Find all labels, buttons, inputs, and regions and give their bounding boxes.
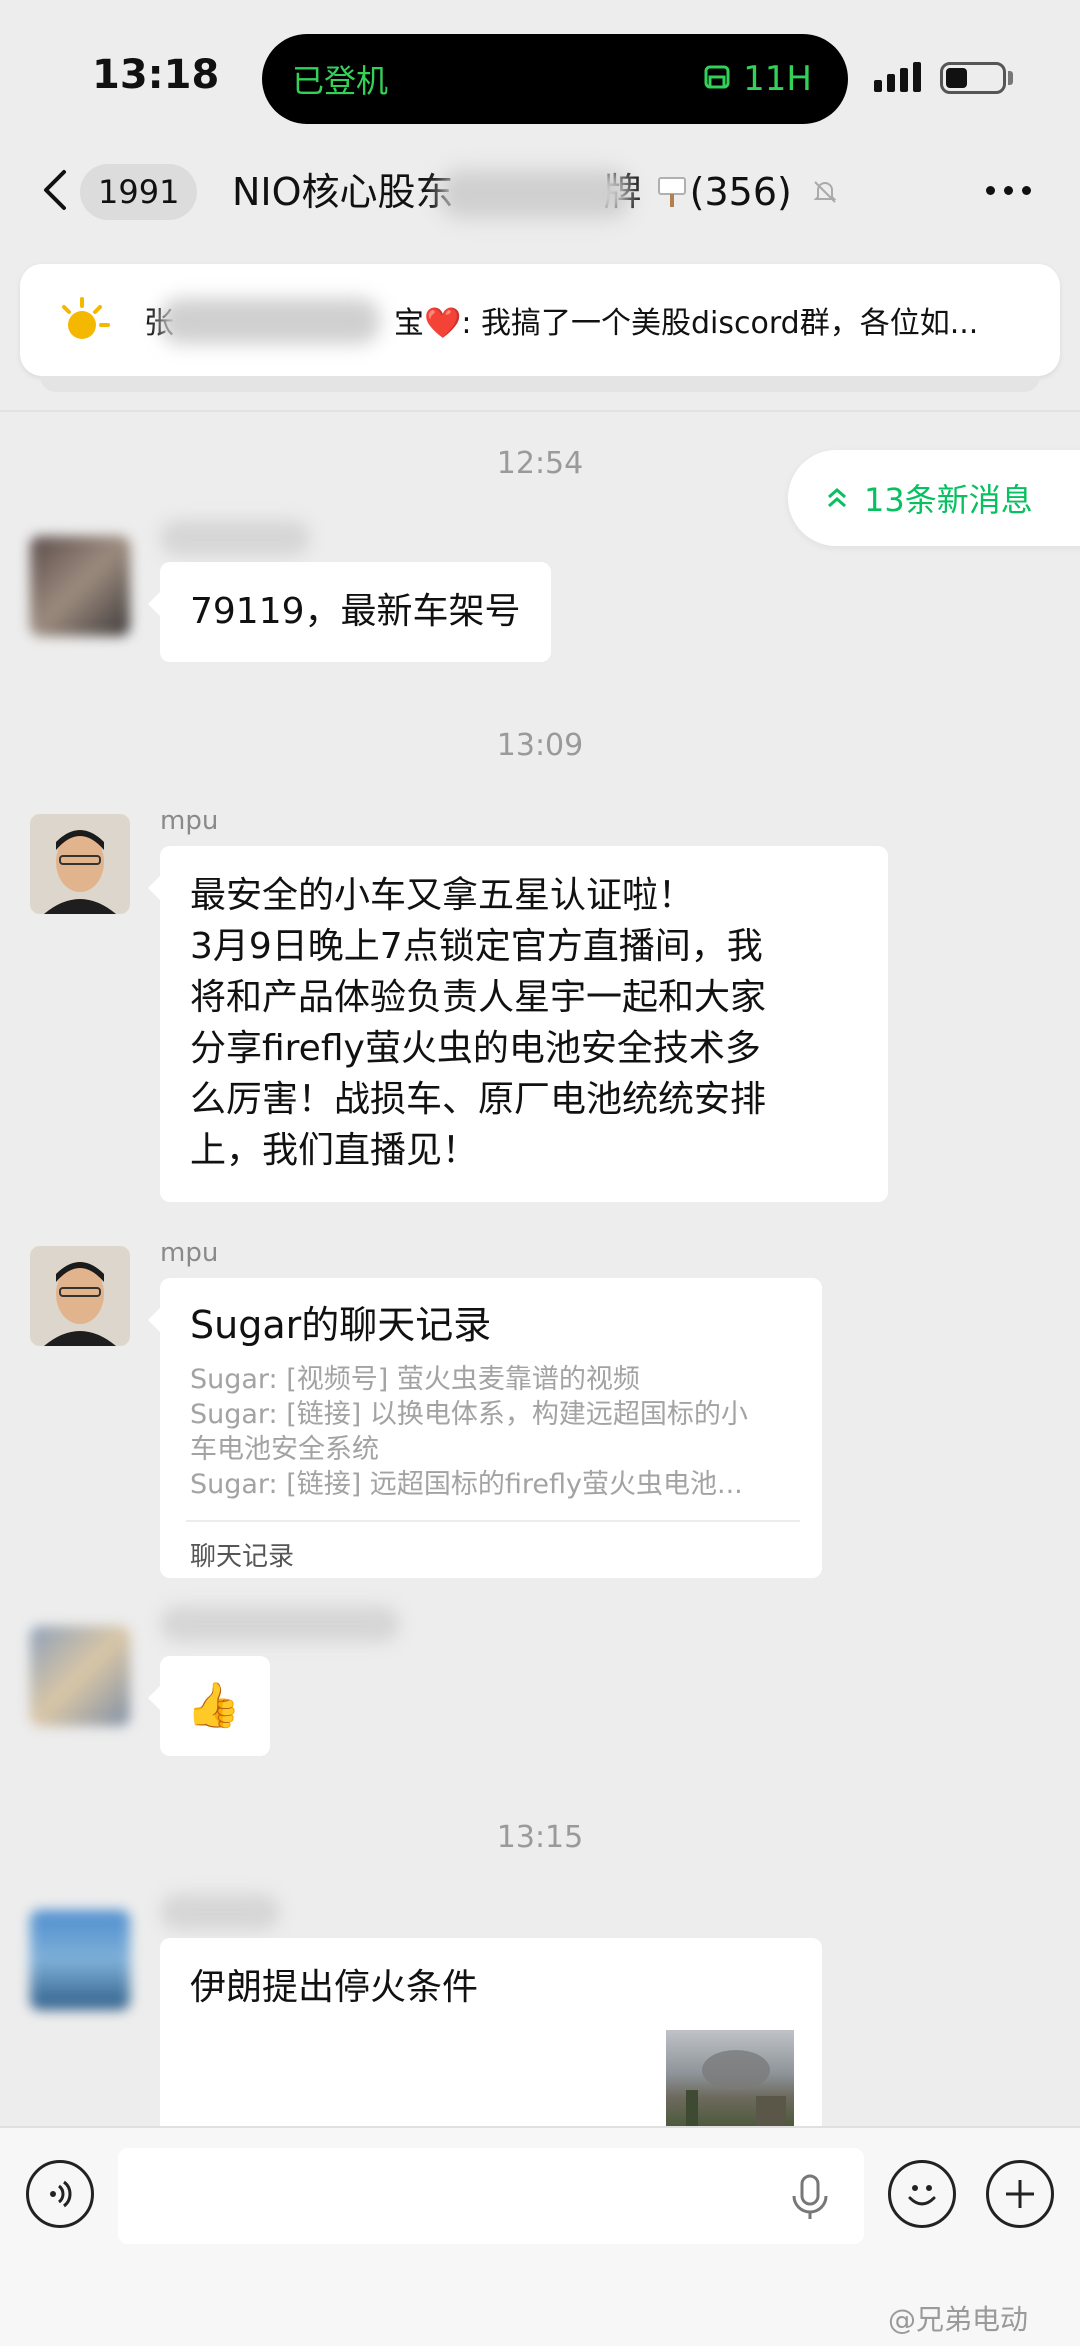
pinned-stack-shadow	[40, 376, 1040, 392]
message-input[interactable]	[118, 2148, 864, 2244]
pinned-announcement[interactable]: 张宝❤️: 我搞了一个美股discord群，各位如...	[20, 264, 1060, 376]
sun-icon	[62, 297, 110, 339]
new-messages-label: 13条新消息	[864, 481, 1033, 519]
chat-record-card[interactable]: Sugar的聊天记录 Sugar: [视频号] 萤火虫麦靠谱的视频 Sugar:…	[148, 1278, 822, 1578]
chat-record-line: Sugar: [链接] 以换电体系，构建远超国标的小	[190, 1399, 748, 1430]
double-chevron-up-icon	[828, 488, 846, 508]
timestamp: 13:15	[496, 1820, 584, 1855]
message-text: 79119，最新车架号	[190, 591, 521, 632]
avatar[interactable]	[30, 1246, 130, 1346]
message-line: 么厉害！战损车、原厂电池统统安排	[190, 1079, 767, 1120]
chat-record-footer: 聊天记录	[190, 1542, 295, 1572]
person-photo-icon	[30, 814, 130, 914]
back-icon[interactable]	[36, 168, 76, 212]
battery-nub	[1008, 71, 1013, 85]
redacted-sender-name	[160, 1894, 280, 1930]
new-messages-button[interactable]: 13条新消息	[788, 450, 1080, 546]
chat-record-divider	[186, 1520, 800, 1522]
message-line: 将和产品体验负责人星宇一起和大家	[190, 977, 767, 1018]
message-line: 最安全的小车又拿五星认证啦！	[190, 875, 695, 916]
timestamp: 13:09	[496, 728, 584, 763]
redacted-sender-name	[160, 1606, 400, 1642]
chat-title-text: NIO核心股东	[232, 170, 454, 214]
chat-record-line: Sugar: [视频号] 萤火虫麦靠谱的视频	[190, 1364, 640, 1395]
person-photo-icon	[30, 1246, 130, 1346]
weibo-watermark: @兄弟电动	[888, 2303, 1029, 2336]
voice-toggle-icon[interactable]	[26, 2160, 94, 2228]
chat-record-line: 车电池安全系统	[190, 1434, 379, 1465]
microphone-icon[interactable]	[788, 2172, 832, 2222]
chat-record-line: Sugar: [链接] 远超国标的firefly萤火虫电池...	[190, 1469, 743, 1500]
redacted-sender-name	[160, 520, 310, 556]
link-thumbnail-image	[666, 2030, 794, 2126]
island-status-text: 已登机	[292, 62, 389, 100]
redacted-pinned-sender	[160, 298, 380, 344]
chat-record-title: Sugar的聊天记录	[190, 1303, 492, 1347]
status-time: 13:18	[92, 52, 220, 98]
emoji-icon[interactable]	[888, 2160, 956, 2228]
sender-name: mpu	[160, 806, 219, 836]
message-line: 3月9日晚上7点锁定官方直播间，我	[190, 926, 763, 967]
avatar[interactable]	[30, 1626, 130, 1726]
island-timer: 11H	[701, 59, 812, 99]
message-line: 分享firefly萤火虫的电池安全技术多	[190, 1028, 761, 1069]
more-icon[interactable]	[986, 186, 1031, 195]
thumbs-up-icon: 👍	[186, 1680, 241, 1731]
unread-count-badge[interactable]: 1991	[80, 164, 198, 220]
battery-icon	[940, 62, 1006, 94]
flight-seat-icon	[704, 65, 730, 89]
sign-emoji-icon	[657, 177, 686, 207]
message-bubble[interactable]: 79119，最新车架号	[148, 562, 551, 662]
cellular-signal-icon	[874, 62, 921, 92]
message-line: 上，我们直播见！	[190, 1130, 479, 1171]
member-count: (356)	[689, 170, 792, 214]
island-timer-text: 11H	[743, 59, 812, 99]
sender-name: mpu	[160, 1238, 219, 1268]
message-text: 伊朗提出停火条件	[190, 1967, 479, 2008]
message-bubble[interactable]: 最安全的小车又拿五星认证啦！ 3月9日晚上7点锁定官方直播间，我 将和产品体验负…	[148, 846, 888, 1202]
dynamic-island[interactable]: 已登机 11H	[262, 34, 848, 124]
add-icon[interactable]	[986, 2160, 1054, 2228]
redacted-title-part	[440, 170, 630, 218]
header-divider	[0, 410, 1080, 412]
avatar[interactable]	[30, 1910, 130, 2010]
avatar[interactable]	[30, 536, 130, 636]
message-bubble[interactable]: 👍	[148, 1656, 270, 1756]
mute-bell-icon	[813, 181, 837, 203]
avatar[interactable]	[30, 814, 130, 914]
link-message-card[interactable]: 伊朗提出停火条件	[160, 1938, 822, 2126]
